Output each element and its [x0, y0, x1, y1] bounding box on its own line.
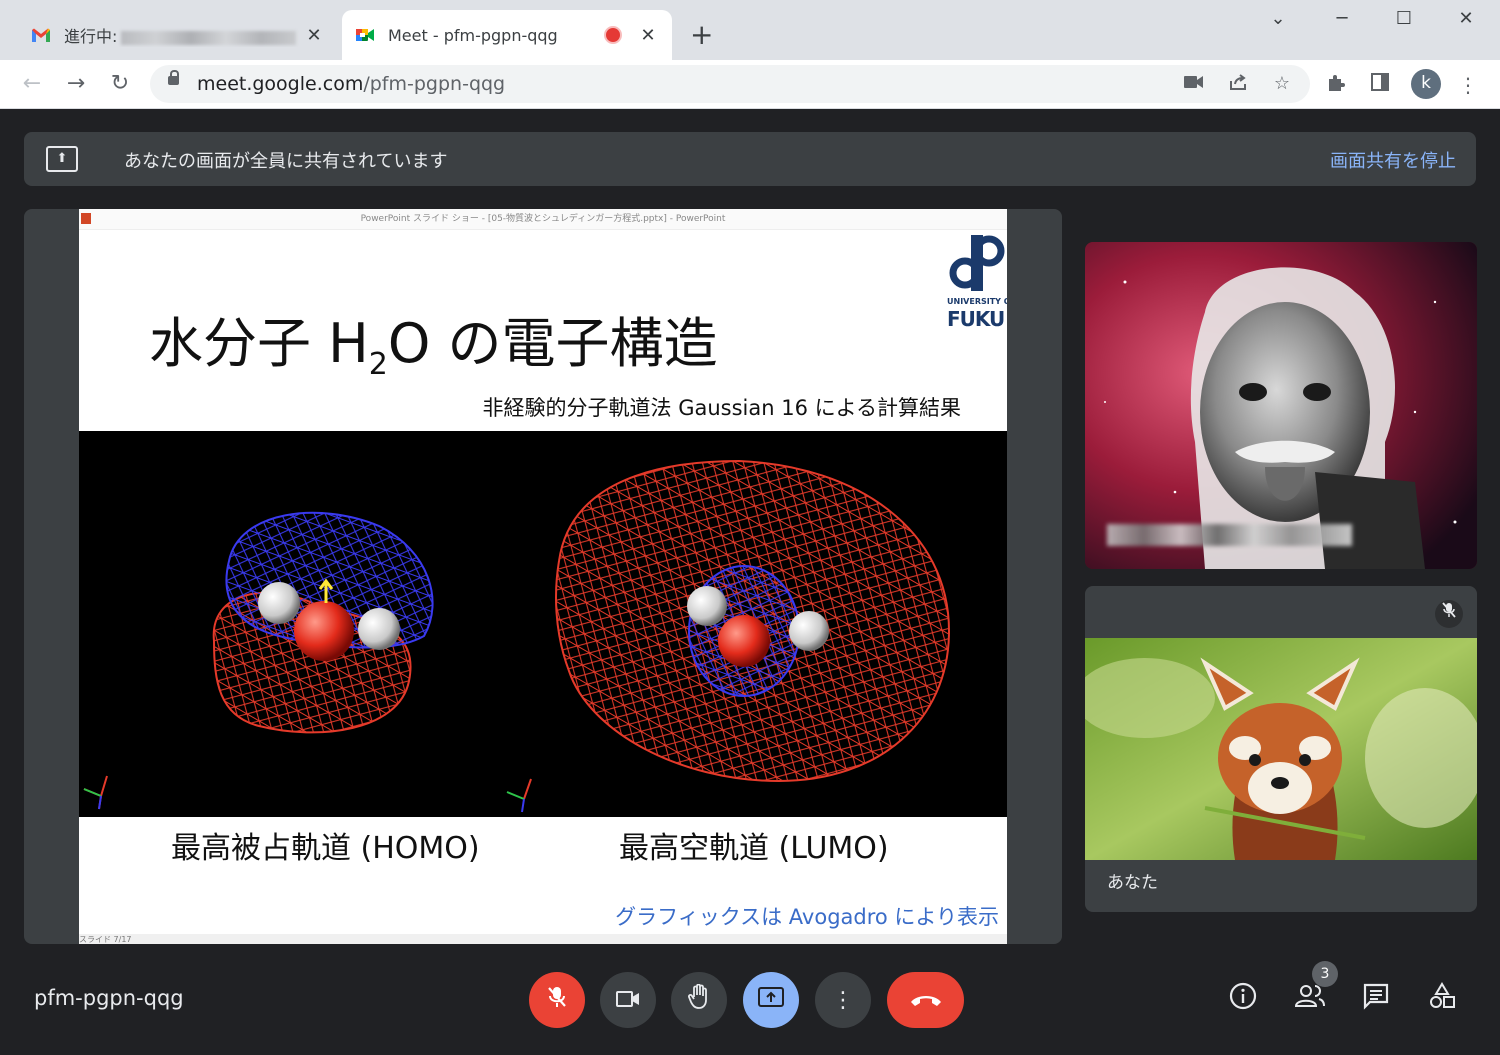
- maximize-button[interactable]: ☐: [1384, 8, 1424, 29]
- meet-icon: [354, 24, 376, 46]
- back-button[interactable]: ←: [18, 70, 46, 98]
- raise-hand-button[interactable]: [671, 972, 727, 1028]
- shared-slide: PowerPoint スライド ショー - [05-物質波とシュレディンガー方程…: [79, 209, 1007, 944]
- meeting-code: pfm-pgpn-qqg: [34, 986, 184, 1010]
- url-text[interactable]: meet.google.com/pfm-pgpn-qqg: [197, 73, 505, 95]
- profile-avatar[interactable]: k: [1411, 69, 1441, 99]
- slide-title: 水分子 H2O の電子構造: [149, 312, 718, 382]
- camera-toggle-button[interactable]: [600, 972, 656, 1028]
- participant-tile[interactable]: [1085, 242, 1477, 569]
- bookmark-star-icon[interactable]: ☆: [1270, 72, 1294, 96]
- tab-title: Meet - pfm-pgpn-qqg: [388, 25, 558, 45]
- address-bar[interactable]: meet.google.com/pfm-pgpn-qqg ☆: [150, 65, 1310, 103]
- slideshow-window-title: PowerPoint スライド ショー - [05-物質波とシュレディンガー方程…: [360, 214, 726, 224]
- chat-icon: [1362, 983, 1390, 1016]
- extensions-icon[interactable]: [1323, 72, 1349, 98]
- info-icon: [1229, 982, 1257, 1016]
- mic-toggle-button[interactable]: [529, 972, 585, 1028]
- mic-off-icon: [547, 986, 567, 1014]
- stop-sharing-button[interactable]: 画面共有を停止: [1330, 147, 1456, 173]
- participant-video: [1085, 242, 1477, 569]
- tab-search-icon[interactable]: ⌄: [1258, 8, 1298, 29]
- slideshow-status-bar: スライド 7/17: [79, 934, 1007, 944]
- share-icon[interactable]: [1226, 72, 1250, 96]
- activities-icon: [1428, 982, 1456, 1016]
- orbital-render: [83, 459, 951, 813]
- logo-university-text: UNIVERSITY OF: [947, 297, 1007, 306]
- more-options-button[interactable]: ⋮: [815, 972, 871, 1028]
- screen-share-banner: ⬆ あなたの画面が全員に共有されています 画面共有を停止: [24, 132, 1476, 186]
- university-logo-mark: [949, 235, 1005, 291]
- tab-title: 進行中:: [64, 23, 302, 47]
- camera-icon[interactable]: [1182, 72, 1206, 96]
- end-call-icon: [909, 988, 943, 1013]
- lock-icon[interactable]: [168, 70, 179, 85]
- homo-caption: 最高被占軌道 (HOMO): [171, 831, 480, 866]
- more-vert-icon: ⋮: [832, 987, 854, 1013]
- new-tab-button[interactable]: +: [690, 20, 713, 50]
- present-screen-icon: ⬆: [46, 146, 78, 172]
- meeting-details-button[interactable]: [1225, 982, 1261, 1018]
- participant-count-badge: 3: [1312, 961, 1338, 987]
- people-icon: [1294, 985, 1326, 1014]
- graphics-credit: グラフィックスは Avogadro により表示: [615, 905, 999, 929]
- minimize-button[interactable]: ─: [1322, 8, 1362, 29]
- share-status-text: あなたの画面が全員に共有されています: [124, 151, 448, 172]
- mic-off-icon: [1435, 600, 1463, 628]
- close-tab-icon[interactable]: ✕: [636, 25, 660, 46]
- axis-icon: [83, 775, 108, 810]
- powerpoint-icon: [81, 213, 91, 224]
- side-panel-icon[interactable]: [1367, 72, 1393, 98]
- forward-button[interactable]: →: [62, 70, 90, 98]
- slideshow-title-bar: PowerPoint スライド ショー - [05-物質波とシュレディンガー方程…: [79, 209, 1007, 230]
- browser-toolbar: ← → ↻ meet.google.com/pfm-pgpn-qqg ☆ k ⋮: [0, 60, 1500, 109]
- self-video: [1085, 638, 1477, 860]
- close-window-button[interactable]: ✕: [1446, 8, 1486, 29]
- present-screen-button[interactable]: [743, 972, 799, 1028]
- presentation-tile: PowerPoint スライド ショー - [05-物質波とシュレディンガー方程…: [24, 209, 1062, 944]
- self-name-label: あなた: [1107, 873, 1158, 893]
- homo-orbital-model: [212, 511, 434, 734]
- lumo-caption: 最高空軌道 (LUMO): [619, 831, 889, 866]
- lumo-orbital-model: [555, 459, 951, 783]
- self-tile[interactable]: あなた: [1085, 586, 1477, 912]
- tab-gmail[interactable]: 進行中: ✕: [18, 10, 338, 60]
- redacted-text: [121, 30, 297, 45]
- logo-name-text: FUKU: [947, 307, 1005, 331]
- reload-button[interactable]: ↻: [106, 70, 134, 98]
- hand-icon: [688, 983, 710, 1016]
- participant-name-redacted: [1107, 524, 1352, 546]
- close-tab-icon[interactable]: ✕: [302, 25, 326, 46]
- people-button[interactable]: [1292, 982, 1328, 1018]
- university-logo: UNIVERSITY OF FUKU: [947, 233, 1007, 333]
- tab-strip: 進行中: ✕ Meet - pfm-pgpn-qqg ✕ + ⌄ ─ ☐ ✕: [0, 0, 1500, 60]
- present-screen-icon: [758, 987, 784, 1013]
- axis-icon: [506, 778, 532, 813]
- leave-call-button[interactable]: [887, 972, 964, 1028]
- slide-number: スライド 7/17: [79, 935, 132, 944]
- camera-icon: [616, 988, 640, 1013]
- tab-meet[interactable]: Meet - pfm-pgpn-qqg ✕: [342, 10, 672, 60]
- gmail-icon: [30, 24, 52, 46]
- chat-button[interactable]: [1358, 982, 1394, 1018]
- browser-menu-icon[interactable]: ⋮: [1455, 72, 1481, 98]
- recording-icon: [604, 26, 622, 44]
- molecule-images: [79, 431, 1007, 817]
- slide-subtitle: 非経験的分子軌道法 Gaussian 16 による計算結果: [482, 396, 961, 420]
- activities-button[interactable]: [1424, 982, 1460, 1018]
